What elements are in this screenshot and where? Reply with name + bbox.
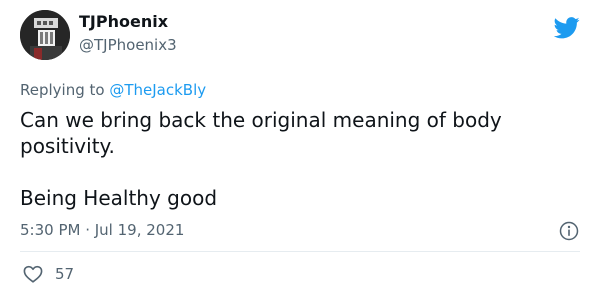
twitter-bird-icon[interactable] xyxy=(554,17,580,39)
avatar-image xyxy=(20,10,70,60)
tweet-card: TJPhoenix @TJPhoenix3 Replying to @TheJa… xyxy=(0,0,600,300)
reply-mention-link[interactable]: @TheJackBly xyxy=(109,81,206,99)
divider xyxy=(20,251,580,252)
heart-icon[interactable] xyxy=(23,265,43,283)
info-icon[interactable] xyxy=(559,221,579,241)
avatar[interactable] xyxy=(20,10,70,60)
author-handle[interactable]: @TJPhoenix3 xyxy=(79,35,177,55)
tweet-text: Can we bring back the original meaning o… xyxy=(20,107,580,211)
tweet-text-line: Being Healthy good xyxy=(20,186,218,210)
reply-prefix: Replying to xyxy=(20,81,105,99)
tweet-timestamp[interactable]: 5:30 PM · Jul 19, 2021 xyxy=(20,220,184,240)
reply-context: Replying to @TheJackBly xyxy=(20,80,206,100)
author-display-name[interactable]: TJPhoenix xyxy=(79,12,168,32)
tweet-text-line: Can we bring back the original meaning o… xyxy=(20,108,502,158)
like-count: 57 xyxy=(55,265,75,283)
